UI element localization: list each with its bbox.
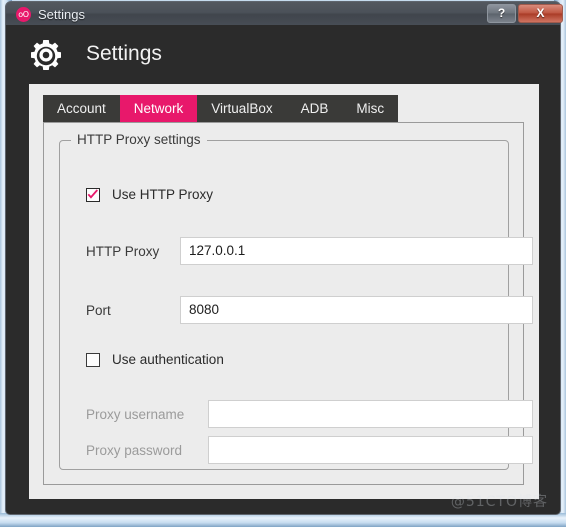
- proxy-username-label: Proxy username: [86, 406, 185, 422]
- tab-account[interactable]: Account: [43, 95, 120, 122]
- use-http-proxy-row[interactable]: Use HTTP Proxy: [86, 187, 213, 202]
- genymotion-logo-icon: oO: [16, 7, 31, 22]
- frame-bottom-edge[interactable]: [0, 513, 566, 527]
- proxy-password-row: Proxy password: [86, 436, 533, 464]
- tab-bar: Account Network VirtualBox ADB Misc: [43, 95, 399, 122]
- help-button[interactable]: ?: [487, 4, 516, 23]
- content-panel: Account Network VirtualBox ADB Misc HTTP…: [29, 84, 539, 499]
- tab-misc[interactable]: Misc: [342, 95, 399, 122]
- app-body: Settings Account Network VirtualBox ADB …: [5, 25, 561, 515]
- http-proxy-input[interactable]: 127.0.0.1: [180, 237, 533, 265]
- use-http-proxy-checkbox[interactable]: [86, 187, 100, 202]
- watermark: @51CTO博客: [450, 494, 548, 510]
- http-proxy-row: HTTP Proxy 127.0.0.1: [86, 237, 533, 265]
- http-proxy-label: HTTP Proxy: [86, 243, 160, 259]
- app-header: Settings: [6, 25, 560, 83]
- proxy-username-row: Proxy username: [86, 400, 533, 428]
- proxy-username-input[interactable]: [208, 400, 533, 428]
- tab-virtualbox[interactable]: VirtualBox: [197, 95, 287, 122]
- checkmark-icon: [87, 188, 98, 199]
- port-row: Port 8080: [86, 296, 533, 324]
- use-authentication-label: Use authentication: [112, 352, 224, 367]
- tab-adb[interactable]: ADB: [286, 95, 343, 122]
- gear-icon: [28, 37, 64, 73]
- group-title: HTTP Proxy settings: [71, 132, 207, 148]
- tab-network[interactable]: Network: [119, 95, 198, 122]
- use-http-proxy-label: Use HTTP Proxy: [112, 187, 214, 202]
- http-proxy-settings-group: HTTP Proxy settings Use HTTP Proxy HTTP …: [59, 132, 533, 470]
- proxy-password-label: Proxy password: [86, 442, 183, 458]
- use-authentication-checkbox[interactable]: [86, 352, 100, 367]
- port-input[interactable]: 8080: [180, 296, 533, 324]
- window-frame: oO Settings ? X Settings Account Network…: [0, 0, 566, 527]
- close-button[interactable]: X: [518, 4, 563, 23]
- proxy-password-input[interactable]: [208, 436, 533, 464]
- port-label: Port: [86, 302, 111, 318]
- window-title: Settings: [38, 7, 85, 22]
- use-authentication-row[interactable]: Use authentication: [86, 352, 224, 367]
- page-title: Settings: [86, 42, 162, 65]
- title-bar[interactable]: oO Settings ? X: [5, 1, 563, 25]
- tab-page-network: HTTP Proxy settings Use HTTP Proxy HTTP …: [43, 122, 533, 485]
